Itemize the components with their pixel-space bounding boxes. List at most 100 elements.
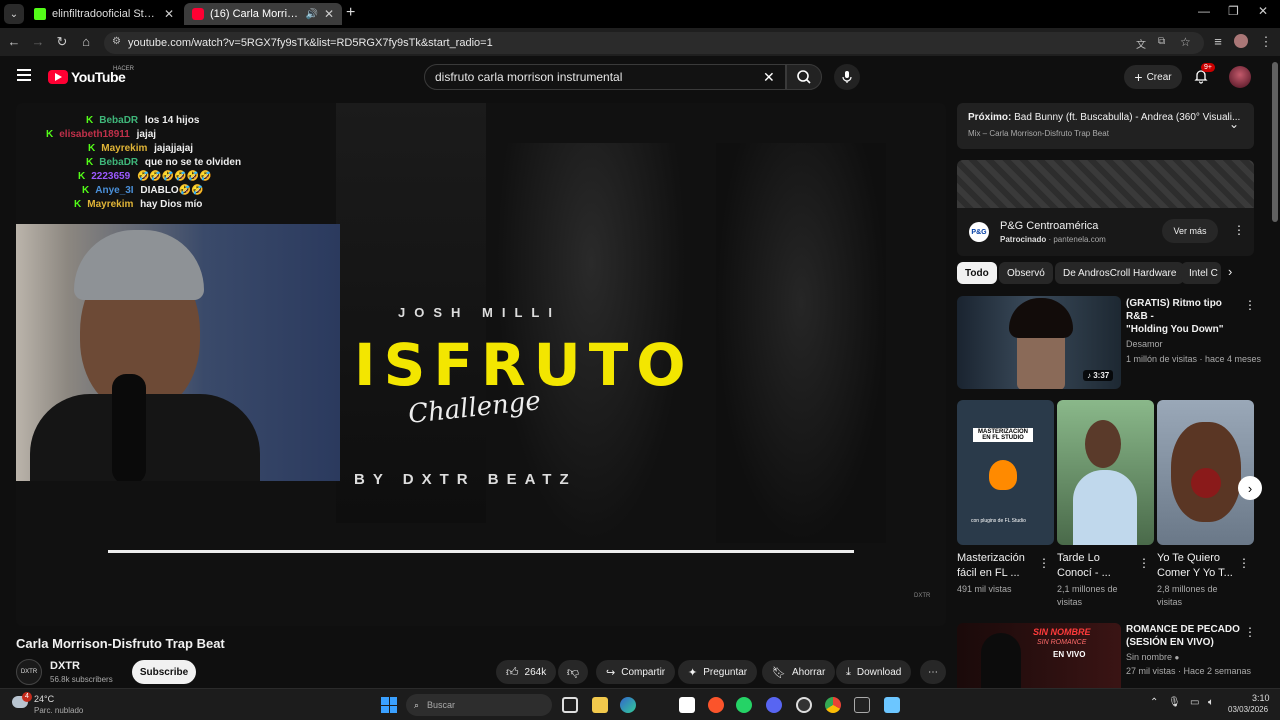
short-thumbnail[interactable]: MASTERIZACION EN FL STUDIO con plugins d…	[957, 400, 1054, 545]
video-artist-text: JOSH MILLI	[398, 305, 561, 320]
address-bar[interactable]: ⚙ youtube.com/watch?v=5RGX7fy9sTk&list=R…	[104, 32, 1204, 54]
kick-icon: K	[86, 157, 94, 168]
voice-search-button[interactable]	[834, 64, 860, 90]
whatsapp-icon[interactable]	[736, 697, 752, 713]
chip-watched[interactable]: Observó	[999, 262, 1053, 284]
site-info-icon[interactable]: ⚙	[112, 36, 121, 47]
progress-line[interactable]	[108, 550, 854, 553]
chevron-down-icon[interactable]: ⌄	[1229, 117, 1239, 131]
taskbar-search[interactable]: ⌕ Buscar	[406, 694, 552, 716]
chip-androscroll[interactable]: De AndrosCroll Hardware	[1055, 262, 1185, 284]
short-info[interactable]: Masterización fácil en FL ... 491 mil vi…	[957, 551, 1039, 596]
search-button[interactable]	[786, 64, 822, 90]
ad-card[interactable]: P&G P&G Centroamérica Patrocinado · pant…	[957, 208, 1254, 256]
capcut-icon[interactable]	[679, 697, 695, 713]
translate-icon[interactable]: 文	[1136, 36, 1146, 51]
tab-youtube[interactable]: (16) Carla Morrison-Disfrut 🔊 ✕	[184, 3, 342, 25]
network-icon[interactable]: ▭	[1190, 697, 1199, 708]
new-tab-button[interactable]: +	[346, 4, 355, 22]
media-control-icon[interactable]: ≡	[1210, 34, 1226, 49]
short-info[interactable]: Yo Te Quiero Comer Y Yo T... 2,8 millone…	[1157, 551, 1239, 609]
search-input[interactable]: disfruto carla morrison instrumental ✕	[424, 64, 786, 90]
notifications-button[interactable]: 9+	[1193, 63, 1215, 86]
install-icon[interactable]: ⧉	[1158, 36, 1165, 47]
clock-time[interactable]: 3:10	[1252, 693, 1270, 703]
ad-cta-button[interactable]: Ver más	[1162, 219, 1218, 243]
subscribe-button[interactable]: Subscribe	[132, 660, 196, 684]
epic-games-icon[interactable]	[854, 697, 870, 713]
short-more-icon[interactable]: ⋮	[1038, 556, 1050, 570]
sparkle-icon: ✦	[688, 666, 698, 679]
profile-avatar[interactable]	[1234, 34, 1248, 48]
channel-avatar[interactable]: DXTR	[16, 659, 42, 685]
obs-icon[interactable]	[796, 697, 812, 713]
short-thumbnail[interactable]	[1057, 400, 1154, 545]
ask-button[interactable]: ✦ Preguntar	[678, 660, 758, 684]
video-thumbnail[interactable]: SIN NOMBRE SIN ROMANCE EN VIVO	[957, 623, 1121, 688]
logo-badge: HACER	[113, 66, 135, 72]
restore-icon[interactable]: ❐	[1228, 4, 1239, 18]
short-more-icon[interactable]: ⋮	[1138, 556, 1150, 570]
short-title-line: Conocí - ...	[1057, 567, 1111, 579]
chip-intel[interactable]: Intel C	[1181, 262, 1221, 284]
bookmark-star-icon[interactable]: ☆	[1180, 35, 1191, 49]
video-more-icon[interactable]: ⋮	[1244, 625, 1256, 639]
start-button[interactable]	[381, 697, 397, 713]
back-icon[interactable]: ←	[6, 34, 22, 49]
like-button[interactable]: 👍︎ 264k	[496, 660, 556, 684]
video-player[interactable]: K BebaDR los 14 hijos Kelisabeth18911 jaj…	[16, 103, 946, 626]
dislike-button[interactable]: 👎︎	[558, 660, 588, 684]
clock-date[interactable]: 03/03/2026	[1228, 705, 1268, 714]
chip-next-button[interactable]: ›	[1228, 264, 1232, 279]
ad-banner[interactable]	[957, 160, 1254, 208]
close-window-icon[interactable]: ✕	[1258, 4, 1268, 18]
short-views: visitas	[1157, 597, 1183, 607]
weather-widget[interactable]: 4 24°C Parc. nublado	[12, 692, 102, 718]
video-info[interactable]: ROMANCE DE PECADO (SESIÓN EN VIVO) Sin n…	[1126, 623, 1251, 678]
home-icon[interactable]: ⌂	[78, 34, 94, 49]
share-button[interactable]: ↪ Compartir	[596, 660, 676, 684]
discord-icon[interactable]	[766, 697, 782, 713]
file-explorer-icon[interactable]	[592, 697, 608, 713]
clear-search-icon[interactable]: ✕	[763, 69, 775, 86]
short-thumbnail[interactable]	[1157, 400, 1254, 545]
short-more-icon[interactable]: ⋮	[1238, 556, 1250, 570]
page-scrollbar[interactable]	[1272, 62, 1278, 222]
short-info[interactable]: Tarde Lo Conocí - ... 2,1 millones de vi…	[1057, 551, 1139, 609]
notepad-icon[interactable]	[884, 697, 900, 713]
volume-icon[interactable]: 🔈︎	[1208, 697, 1214, 708]
video-more-icon[interactable]: ⋮	[1244, 298, 1256, 312]
chat-user: Mayrekim	[87, 199, 134, 210]
edge-icon[interactable]	[620, 697, 636, 713]
download-button[interactable]: ⤓ Download	[836, 660, 912, 684]
tab-search-button[interactable]: ⌄	[4, 4, 24, 24]
tab-stream[interactable]: elinfiltradooficial Stream - Watc ✕	[26, 3, 182, 25]
task-view-icon[interactable]	[562, 697, 578, 713]
menu-icon[interactable]: ⋮	[1258, 34, 1274, 50]
video-title: Carla Morrison-Disfruto Trap Beat	[16, 636, 225, 651]
browser-tab-bar: ⌄ elinfiltradooficial Stream - Watc ✕ (1…	[0, 0, 1280, 28]
close-icon[interactable]: ✕	[164, 7, 174, 21]
save-button[interactable]: 🔖︎ Ahorrar	[762, 660, 836, 684]
chip-all[interactable]: Todo	[957, 262, 997, 284]
ad-more-icon[interactable]: ⋮	[1233, 223, 1245, 237]
brave-icon[interactable]	[708, 697, 724, 713]
video-thumbnail[interactable]: ♪ 3:37	[957, 296, 1121, 389]
account-avatar[interactable]	[1229, 66, 1251, 88]
create-button[interactable]: + Crear	[1124, 65, 1182, 89]
microphone-tray-icon[interactable]: 🎙︎	[1168, 697, 1181, 708]
up-next-panel[interactable]: Próximo: Bad Bunny (ft. Buscabulla) - An…	[957, 103, 1254, 149]
reload-icon[interactable]: ↻	[54, 34, 70, 50]
speaker-icon[interactable]: 🔊	[305, 9, 317, 20]
chrome-icon[interactable]	[825, 697, 841, 713]
tray-chevron-icon[interactable]: ⌃	[1150, 697, 1158, 708]
forward-icon[interactable]: →	[30, 34, 46, 49]
video-info[interactable]: (GRATIS) Ritmo tipo R&B - "Holding You D…	[1126, 297, 1261, 366]
more-actions-button[interactable]: ⋯	[920, 660, 946, 684]
youtube-header: YouTube HACER disfruto carla morrison in…	[0, 56, 1280, 98]
channel-name[interactable]: DXTR	[50, 660, 80, 672]
close-icon[interactable]: ✕	[324, 7, 334, 21]
shorts-next-button[interactable]: ›	[1238, 476, 1262, 500]
minimize-icon[interactable]: —	[1198, 4, 1210, 18]
hamburger-menu-icon[interactable]	[17, 69, 31, 81]
